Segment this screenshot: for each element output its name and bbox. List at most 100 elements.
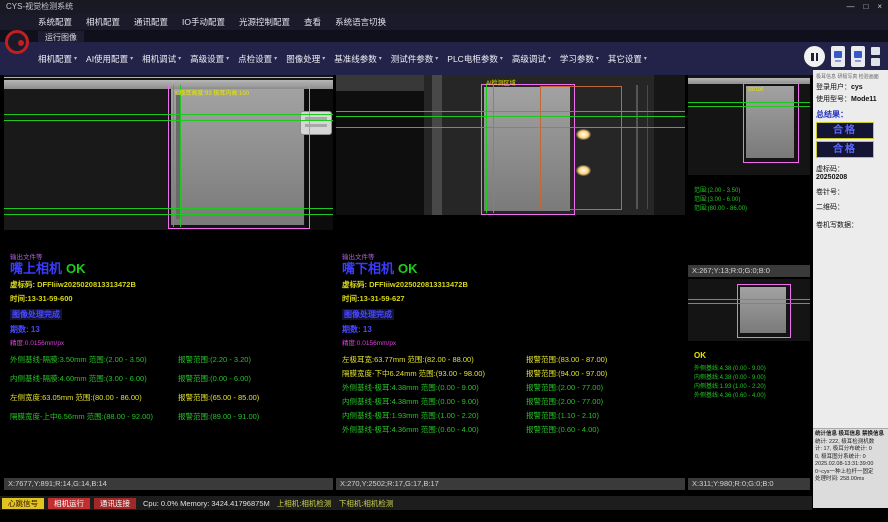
menu-bar: 系统配置 相机配置 通讯配置 IO手动配置 光源控制配置 查看 系统语言切换 [0,14,888,30]
camera-button-2[interactable] [851,46,865,67]
menu-item[interactable]: 相机配置 [86,16,120,28]
result-badge: 合格 [816,122,874,139]
result-subtext: 输出文件等 [342,251,681,261]
statistics-line: 2025.02.08-13:31:39:00 [815,461,886,469]
model-value: Mode11 [851,96,877,103]
ai-roi-outline [540,86,622,210]
measurement-row: 隔膜宽度-上中6.56mm 范围:(88.00 - 92.00) 报警范围:(8… [10,411,329,430]
preview-image-bottom[interactable] [688,279,810,341]
chevron-down-icon: ▾ [322,55,325,62]
measurement-row: 左极耳宽:63.77mm 范围:(82.00 - 88.00) 报警范围:(83… [342,354,681,368]
write-data-row: 卷机写数据： [816,222,885,230]
camera-image-lower[interactable]: AI检测区域 [336,75,685,215]
camera-button-1[interactable] [831,46,845,67]
toolbar-item[interactable]: 相机配置 ▾ [38,53,77,65]
coords-readout-preview-top: X:267;Y:13;R:0;G:0;B:0 [688,265,810,277]
measurement-row: 内侧基线-极耳:4.38mm 范围:(0.00 - 9.00) 报警范围:(2.… [342,396,681,410]
coords-readout-upper: X:7677,Y:891;R:14,G:14,B:14 [4,478,333,490]
statistics-line: 统计: 222, 极耳检测机数 [815,439,886,447]
toolbar-item[interactable]: 其它设置 ▾ [608,53,647,65]
chevron-down-icon: ▾ [226,55,229,62]
statistics-line: 处理时间: 258.00ms [815,476,886,484]
result-block-lower: 输出文件等 嘴下相机 OK 虚标码: DFFIiiw202502081331347… [342,251,681,438]
menu-item[interactable]: 系统语言切换 [335,16,386,28]
camera-name: 嘴下相机 [342,261,394,276]
maximize-button[interactable]: □ [863,0,868,14]
chevron-down-icon: ▾ [379,55,382,62]
toolbar: 相机配置 ▾ AI使用配置 ▾ 相机调试 ▾ 高级设置 ▾ [0,42,888,75]
chevron-down-icon: ▾ [435,55,438,62]
mini-line: 范围:(3.00 - 6.00) [694,196,747,205]
barcode-value: 20250208 [816,174,847,181]
ok-status: OK [694,351,706,360]
toolbar-item[interactable]: PLC电柜参数 ▾ [447,53,503,65]
result-title: 嘴上相机OK [10,261,329,276]
result-badge: 合格 [816,141,874,158]
ok-status: OK [66,261,86,276]
process-status: 图像处理完成 [10,309,62,320]
coords-readout-lower: X:270,Y:2502;R:17,G:17,B:17 [336,478,685,490]
status-chip: 心跳信号 [2,498,44,509]
period-text: 期数: 13 [10,324,329,335]
total-result-label: 总结果： [816,109,885,120]
chevron-down-icon: ▾ [548,55,551,62]
ok-status: OK [398,261,418,276]
toolbar-item[interactable]: 基准线参数 ▾ [334,53,382,65]
login-user-row: 登录用户：cys [816,84,885,92]
mini-measure-lines: 外侧基线:4.38 (0.00 - 9.00)内侧基线:4.38 (0.00 -… [694,365,766,401]
camera-icon [834,51,842,58]
window-title: CYS-视觉检测系统 [6,2,73,11]
toolbar-item[interactable]: 高级调试 ▾ [512,53,551,65]
preview-view-top: 93/100 范围:(2.00 - 3.50)范围:(3.00 - 6.00)范… [688,75,810,277]
camera-image-upper[interactable]: Y:极耳高度:93 极耳内高:100 [4,75,333,230]
toolbar-item[interactable]: 测试件参数 ▾ [391,53,439,65]
mini-line: 外侧基线:4.38 (0.00 - 9.00) [694,365,766,374]
small-icon-button-1[interactable] [871,47,880,55]
menu-item[interactable]: 系统配置 [38,16,72,28]
time-text: 时间:13-31-59-627 [342,293,681,304]
chevron-down-icon: ▾ [274,55,277,62]
toolbar-item[interactable]: 高级设置 ▾ [190,53,229,65]
toolbar-actions [804,46,880,67]
menu-item[interactable]: 通讯配置 [134,16,168,28]
measurement-row: 外侧基线-极耳:4.38mm 范围:(0.00 - 9.00) 报警范围:(2.… [342,382,681,396]
close-button[interactable]: × [877,0,882,14]
toolbar-item[interactable]: 学习参数 ▾ [560,53,599,65]
minimize-button[interactable]: — [846,0,854,14]
mini-measure-lines: 范围:(2.00 - 3.50)范围:(3.00 - 6.00)范围:(80.0… [694,187,747,214]
menu-item[interactable]: IO手动配置 [182,16,225,28]
preview-view-bottom: OK 外侧基线:4.38 (0.00 - 9.00)内侧基线:4.38 (0.0… [688,279,810,490]
barcode-text: 虚标码: DFFIiiw2025020813313472B [342,279,681,290]
toolbar-item[interactable]: 相机调试 ▾ [142,53,181,65]
qr-row: 二维码： [816,204,885,212]
total-results: 合格合格 [816,122,885,158]
panel-header: 极耳信息 研极写真 检验画面 [816,73,885,80]
mini-line: 范围:(80.00 - 86.00) [694,205,747,214]
model-row: 使用型号：Mode11 [816,96,885,104]
barcode-row: 虚标码： 20250208 [816,166,885,182]
chevron-down-icon: ▾ [130,55,133,62]
coords-readout-preview-bottom: X:311;Y:980;R:0;G:0;B:0 [688,478,810,490]
small-icon-button-2[interactable] [871,58,880,66]
toolbar-item[interactable]: 图像处理 ▾ [286,53,325,65]
info-side-panel: 极耳信息 研极写真 检验画面 登录用户：cys 使用型号：Mode11 总结果：… [813,70,888,508]
measurement-row: 外侧基线-隔膜:3.50mm 范围:(2.00 - 3.50) 报警范围:(2.… [10,354,329,373]
overlay-measure-label: Y:极耳高度:93 极耳内高:100 [174,88,249,97]
mini-line: 内侧基线:1.93 (1.00 - 2.20) [694,383,766,392]
measurement-row: 内侧基线-极耳:1.93mm 范围:(1.00 - 2.20) 报警范围:(1.… [342,410,681,424]
statistics-lines: 统计: 222, 极耳检测机数计: 17, 极耳分布统计: 00, 极耳图分系统… [815,439,886,484]
toolbar-item[interactable]: AI使用配置 ▾ [86,53,133,65]
preview-image-top[interactable]: 93/100 [688,75,810,175]
camera-status-text: 上相机:相机检测 下相机:相机检测 [277,498,394,509]
chevron-down-icon: ▾ [500,55,503,62]
measurement-row: 外侧基线-极耳:4.36mm 范围:(0.60 - 4.00) 报警范围:(0.… [342,424,681,438]
toolbar-items: 相机配置 ▾ AI使用配置 ▾ 相机调试 ▾ 高级设置 ▾ [38,42,647,75]
menu-item[interactable]: 查看 [304,16,321,28]
statistics-line: 0~cys一种上拉杆一固定 [815,469,886,477]
menu-item[interactable]: 光源控制配置 [239,16,290,28]
toolbar-item[interactable]: 点检设置 ▾ [238,53,277,65]
menu-items: 系统配置 相机配置 通讯配置 IO手动配置 光源控制配置 查看 系统语言切换 [38,14,386,30]
chevron-down-icon: ▾ [178,55,181,62]
period-text: 期数: 13 [342,324,681,335]
pause-button[interactable] [804,46,825,67]
